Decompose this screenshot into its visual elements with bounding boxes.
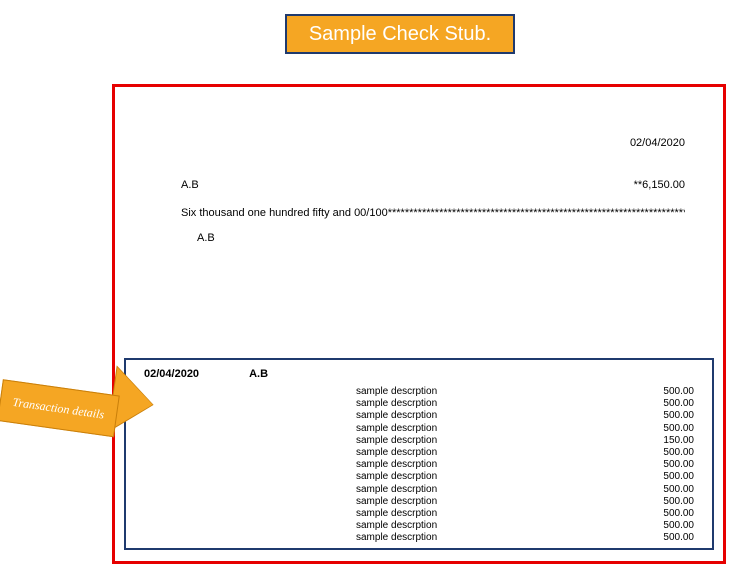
- transaction-details-callout: Transaction details: [0, 373, 160, 433]
- check-top-area: 02/04/2020 A.B **6,150.00 Six thousand o…: [133, 97, 705, 277]
- stub-row-amount: 500.00: [663, 484, 694, 496]
- stub-row-amount: 500.00: [663, 471, 694, 483]
- stub-row: sample descrption 500.00: [144, 496, 694, 508]
- transaction-stub-box: 02/04/2020 A.B sample descrption500.00sa…: [124, 358, 714, 550]
- stub-row-amount: 500.00: [663, 508, 694, 520]
- stub-row-amount: 500.00: [663, 447, 694, 459]
- payee-name: A.B: [181, 179, 199, 191]
- stub-row-desc: sample descrption: [144, 459, 437, 471]
- stub-row-amount: 500.00: [663, 520, 694, 532]
- stub-row-desc: sample descrption: [144, 447, 437, 459]
- stub-row-desc: sample descrption: [144, 398, 437, 410]
- payee-repeat: A.B: [197, 232, 215, 244]
- stub-row-amount: 500.00: [663, 496, 694, 508]
- stub-row-amount: 150.00: [663, 435, 694, 447]
- stub-row: sample descrption 150.00: [144, 435, 694, 447]
- payee-amount-row: A.B **6,150.00: [181, 179, 685, 191]
- stub-row: sample descrption 500.00: [144, 508, 694, 520]
- stub-row-amount: 500.00: [663, 423, 694, 435]
- header-text: Sample Check Stub.: [309, 23, 491, 46]
- stub-row-desc: sample descrption: [144, 471, 437, 483]
- sample-check-stub-label: Sample Check Stub.: [285, 14, 515, 54]
- stub-payee: A.B: [249, 368, 268, 380]
- stub-row: sample descrption 500.00: [144, 447, 694, 459]
- stub-row-desc: sample descrption: [144, 435, 437, 447]
- callout-label: Transaction details: [12, 394, 106, 422]
- stub-row-desc: sample descrption: [144, 508, 437, 520]
- stub-row-desc: sample descrption: [144, 423, 437, 435]
- stub-row: sample descrption 500.00: [144, 532, 694, 544]
- stub-row-desc: sample descrption: [144, 410, 437, 422]
- stub-row: sample descrption 500.00: [144, 398, 694, 410]
- stub-row-desc: sample descrption: [144, 386, 437, 398]
- stub-row-desc: sample descrption: [144, 484, 437, 496]
- stub-row: sample descrption 500.00: [144, 520, 694, 532]
- check-date: 02/04/2020: [630, 137, 685, 149]
- stub-row: sample descrption 500.00: [144, 423, 694, 435]
- callout-body: Transaction details: [0, 379, 120, 437]
- stub-row-amount: 500.00: [663, 386, 694, 398]
- amount-numeric: **6,150.00: [634, 179, 685, 191]
- stub-row-amount: 500.00: [663, 410, 694, 422]
- stub-row: sample descrption 500.00: [144, 459, 694, 471]
- stub-header: 02/04/2020 A.B: [144, 368, 694, 380]
- stub-row-amount: 500.00: [663, 532, 694, 544]
- stub-row: sample descrption 500.00: [144, 410, 694, 422]
- stub-row-desc: sample descrption: [144, 520, 437, 532]
- amount-in-words: Six thousand one hundred fifty and 00/10…: [181, 207, 685, 219]
- stub-row-desc: sample descrption: [144, 532, 437, 544]
- stub-row: sample descrption 500.00: [144, 386, 694, 398]
- stub-row: sample descrption 500.00: [144, 471, 694, 483]
- stub-row-amount: 500.00: [663, 459, 694, 471]
- stub-row-amount: 500.00: [663, 398, 694, 410]
- stub-rows: sample descrption500.00sample descrption…: [144, 386, 694, 545]
- stub-row-desc: sample descrption: [144, 496, 437, 508]
- stub-row: sample descrption 500.00: [144, 484, 694, 496]
